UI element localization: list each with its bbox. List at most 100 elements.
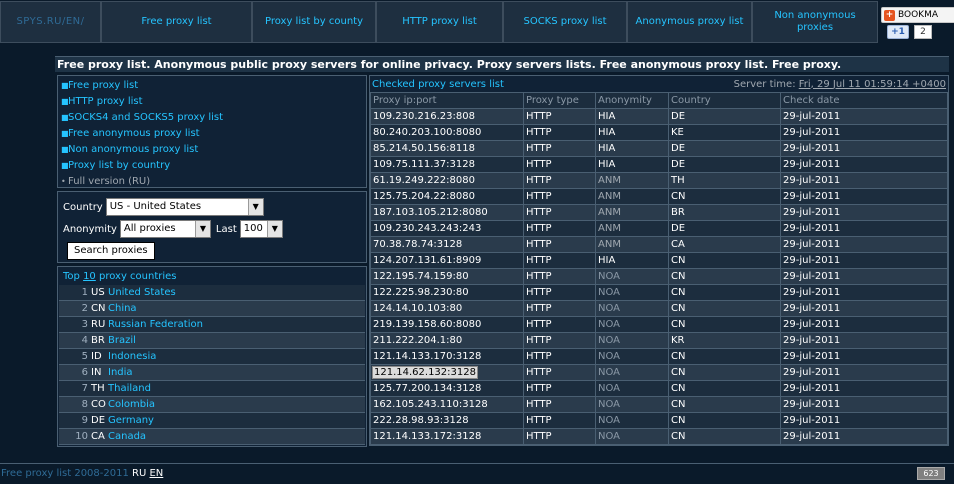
proxy-ip-port-cell[interactable]: 61.19.249.222:8080 <box>370 172 524 189</box>
sidebar-link[interactable]: Full version (RU) <box>68 176 150 187</box>
country-select[interactable]: US - United States ▼ <box>105 198 264 216</box>
sidebar-link[interactable]: Proxy list by country <box>68 160 170 171</box>
anonymity-cell: ANM <box>595 236 669 253</box>
proxy-ip-port-cell[interactable]: 187.103.105.212:8080 <box>370 204 524 221</box>
country-name-link[interactable]: Russian Federation <box>108 317 203 332</box>
table-row: 121.14.62.132:3128 HTTP NOA CN 29-jul-2011 <box>370 364 948 381</box>
country-name-link[interactable]: United States <box>108 285 176 300</box>
check-date-cell: 29-jul-2011 <box>780 380 948 397</box>
anonymity-select[interactable]: All proxies ▼ <box>119 220 211 238</box>
proxy-ip-port-cell[interactable]: 125.75.204.22:8080 <box>370 188 524 205</box>
nav-non-anonymous-proxies[interactable]: Non anonymous proxies <box>752 1 878 43</box>
proxy-type-cell: HTTP <box>523 220 596 237</box>
proxy-ip-port-cell[interactable]: 122.225.98.230:80 <box>370 284 524 301</box>
proxy-ip-port-cell[interactable]: 109.230.216.23:808 <box>370 108 524 125</box>
country-name-link[interactable]: Colombia <box>108 397 155 412</box>
sidebar-link[interactable]: Free proxy list <box>68 80 138 91</box>
server-time-value[interactable]: Fri, 29 Jul 11 01:59:14 +0400 <box>799 79 946 90</box>
country-name-link[interactable]: China <box>108 301 137 316</box>
sidebar-link[interactable]: SOCKS4 and SOCKS5 proxy list <box>68 112 223 123</box>
lang-en-link[interactable]: EN <box>149 468 163 479</box>
proxy-ip-port: 162.105.243.110:3128 <box>373 399 488 410</box>
nav-http-proxy-list[interactable]: HTTP proxy list <box>376 1 503 43</box>
country-name-link[interactable]: Indonesia <box>108 349 156 364</box>
proxy-type-cell: HTTP <box>523 348 596 365</box>
proxy-type-cell: HTTP <box>523 316 596 333</box>
proxy-type-cell: HTTP <box>523 364 596 381</box>
country-name-link[interactable]: India <box>108 365 133 380</box>
sidebar-item-full-version-ru: • Full version (RU) <box>61 174 366 190</box>
sidebar-item-socks-proxy-list: ■SOCKS4 and SOCKS5 proxy list <box>61 110 366 126</box>
nav-anonymous-proxy-list[interactable]: Anonymous proxy list <box>627 1 752 43</box>
sidebar-link[interactable]: Free anonymous proxy list <box>68 128 200 139</box>
google-plus-one-button[interactable]: +1 <box>887 25 909 39</box>
proxy-ip-port-cell[interactable]: 121.14.62.132:3128 <box>370 364 524 381</box>
check-date-cell: 29-jul-2011 <box>780 268 948 285</box>
proxy-type-cell: HTTP <box>523 172 596 189</box>
search-proxies-button[interactable]: Search proxies <box>67 242 155 260</box>
country-row: 1 US United States <box>59 285 365 301</box>
nav-socks-proxy-list[interactable]: SOCKS proxy list <box>503 1 627 43</box>
table-row: 125.75.204.22:8080 HTTP ANM CN 29-jul-2011 <box>370 188 948 205</box>
check-date-cell: 29-jul-2011 <box>780 108 948 125</box>
proxy-ip-port-cell[interactable]: 70.38.78.74:3128 <box>370 236 524 253</box>
table-row: 80.240.203.100:8080 HTTP HIA KE 29-jul-2011 <box>370 124 948 141</box>
check-date-cell: 29-jul-2011 <box>780 236 948 253</box>
proxy-ip-port-cell[interactable]: 125.77.200.134:3128 <box>370 380 524 397</box>
top-countries-count-link[interactable]: 10 <box>83 271 96 282</box>
check-date-cell: 29-jul-2011 <box>780 364 948 381</box>
nav-logo-link[interactable]: SPYS.RU/EN/ <box>0 1 101 43</box>
server-time: Server time: Fri, 29 Jul 11 01:59:14 +04… <box>734 79 946 90</box>
anonymity-cell: NOA <box>595 300 669 317</box>
proxy-ip-port-cell[interactable]: 162.105.243.110:3128 <box>370 396 524 413</box>
share-widget: + BOOKMA +1 2 <box>878 1 954 43</box>
proxy-ip-port-cell[interactable]: 124.207.131.61:8909 <box>370 252 524 269</box>
table-row: 125.77.200.134:3128 HTTP NOA CN 29-jul-2011 <box>370 380 948 397</box>
proxy-ip-port-cell[interactable]: 109.230.243.243:243 <box>370 220 524 237</box>
proxy-ip-port-cell[interactable]: 80.240.203.100:8080 <box>370 124 524 141</box>
proxy-ip-port-cell[interactable]: 85.214.50.156:8118 <box>370 140 524 157</box>
proxy-ip-port: 122.225.98.230:80 <box>373 287 469 298</box>
country-code: RU <box>91 319 106 330</box>
nav-proxy-list-by-county[interactable]: Proxy list by county <box>252 1 376 43</box>
country-rank: 8 <box>81 399 88 410</box>
page-title: Free proxy list. Anonymous public proxy … <box>55 56 949 72</box>
proxy-ip-port-cell[interactable]: 219.139.158.60:8080 <box>370 316 524 333</box>
proxy-type-cell: HTTP <box>523 236 596 253</box>
bullet-icon: ■ <box>61 145 69 154</box>
proxy-ip-port-cell[interactable]: 124.14.10.103:80 <box>370 300 524 317</box>
proxy-ip-port-cell[interactable]: 211.222.204.1:80 <box>370 332 524 349</box>
last-label: Last <box>215 223 237 235</box>
country-name-link[interactable]: Canada <box>108 429 146 444</box>
country-cell: CA <box>668 236 781 253</box>
last-count-select[interactable]: 100 ▼ <box>239 220 283 238</box>
proxy-ip-port-cell[interactable]: 109.75.111.37:3128 <box>370 156 524 173</box>
country-rank: 3 <box>81 319 88 330</box>
check-date-cell: 29-jul-2011 <box>780 428 948 445</box>
proxy-ip-port-cell[interactable]: 121.14.133.170:3128 <box>370 348 524 365</box>
country-row: 6 IN India <box>59 365 365 381</box>
country-row: 4 BR Brazil <box>59 333 365 349</box>
country-name-link[interactable]: Thailand <box>108 381 151 396</box>
country-cell: CN <box>668 428 781 445</box>
sidebar-links: ■ Free proxy list ■ HTTP proxy list ■SOCKS… <box>57 75 367 188</box>
proxy-type-cell: HTTP <box>523 252 596 269</box>
lang-ru-link[interactable]: RU <box>132 468 146 479</box>
proxy-ip-port: 219.139.158.60:8080 <box>373 319 482 330</box>
proxy-ip-port-cell[interactable]: 122.195.74.159:80 <box>370 268 524 285</box>
proxy-ip-port-cell[interactable]: 222.28.98.93:3128 <box>370 412 524 429</box>
bullet-icon: ■ <box>61 161 69 170</box>
sidebar-link[interactable]: HTTP proxy list <box>68 96 143 107</box>
proxy-type-cell: HTTP <box>523 124 596 141</box>
nav-free-proxy-list[interactable]: Free proxy list <box>101 1 252 43</box>
country-name-link[interactable]: Brazil <box>108 333 136 348</box>
proxy-ip-port-cell[interactable]: 121.14.133.172:3128 <box>370 428 524 445</box>
country-name-link[interactable]: Germany <box>108 413 154 428</box>
proxy-list-title[interactable]: Checked proxy servers list <box>372 79 504 90</box>
sidebar-link[interactable]: Non anonymous proxy list <box>68 144 198 155</box>
table-row: 187.103.105.212:8080 HTTP ANM BR 29-jul-2011 <box>370 204 948 221</box>
bullet-icon: • <box>61 177 66 186</box>
bookmark-button[interactable]: + BOOKMA <box>881 7 954 23</box>
top-countries-list: 1 US United States 2 CN China 3 RU Russian Feder… <box>59 285 365 445</box>
table-row: 124.207.131.61:8909 HTTP HIA CN 29-jul-2011 <box>370 252 948 269</box>
